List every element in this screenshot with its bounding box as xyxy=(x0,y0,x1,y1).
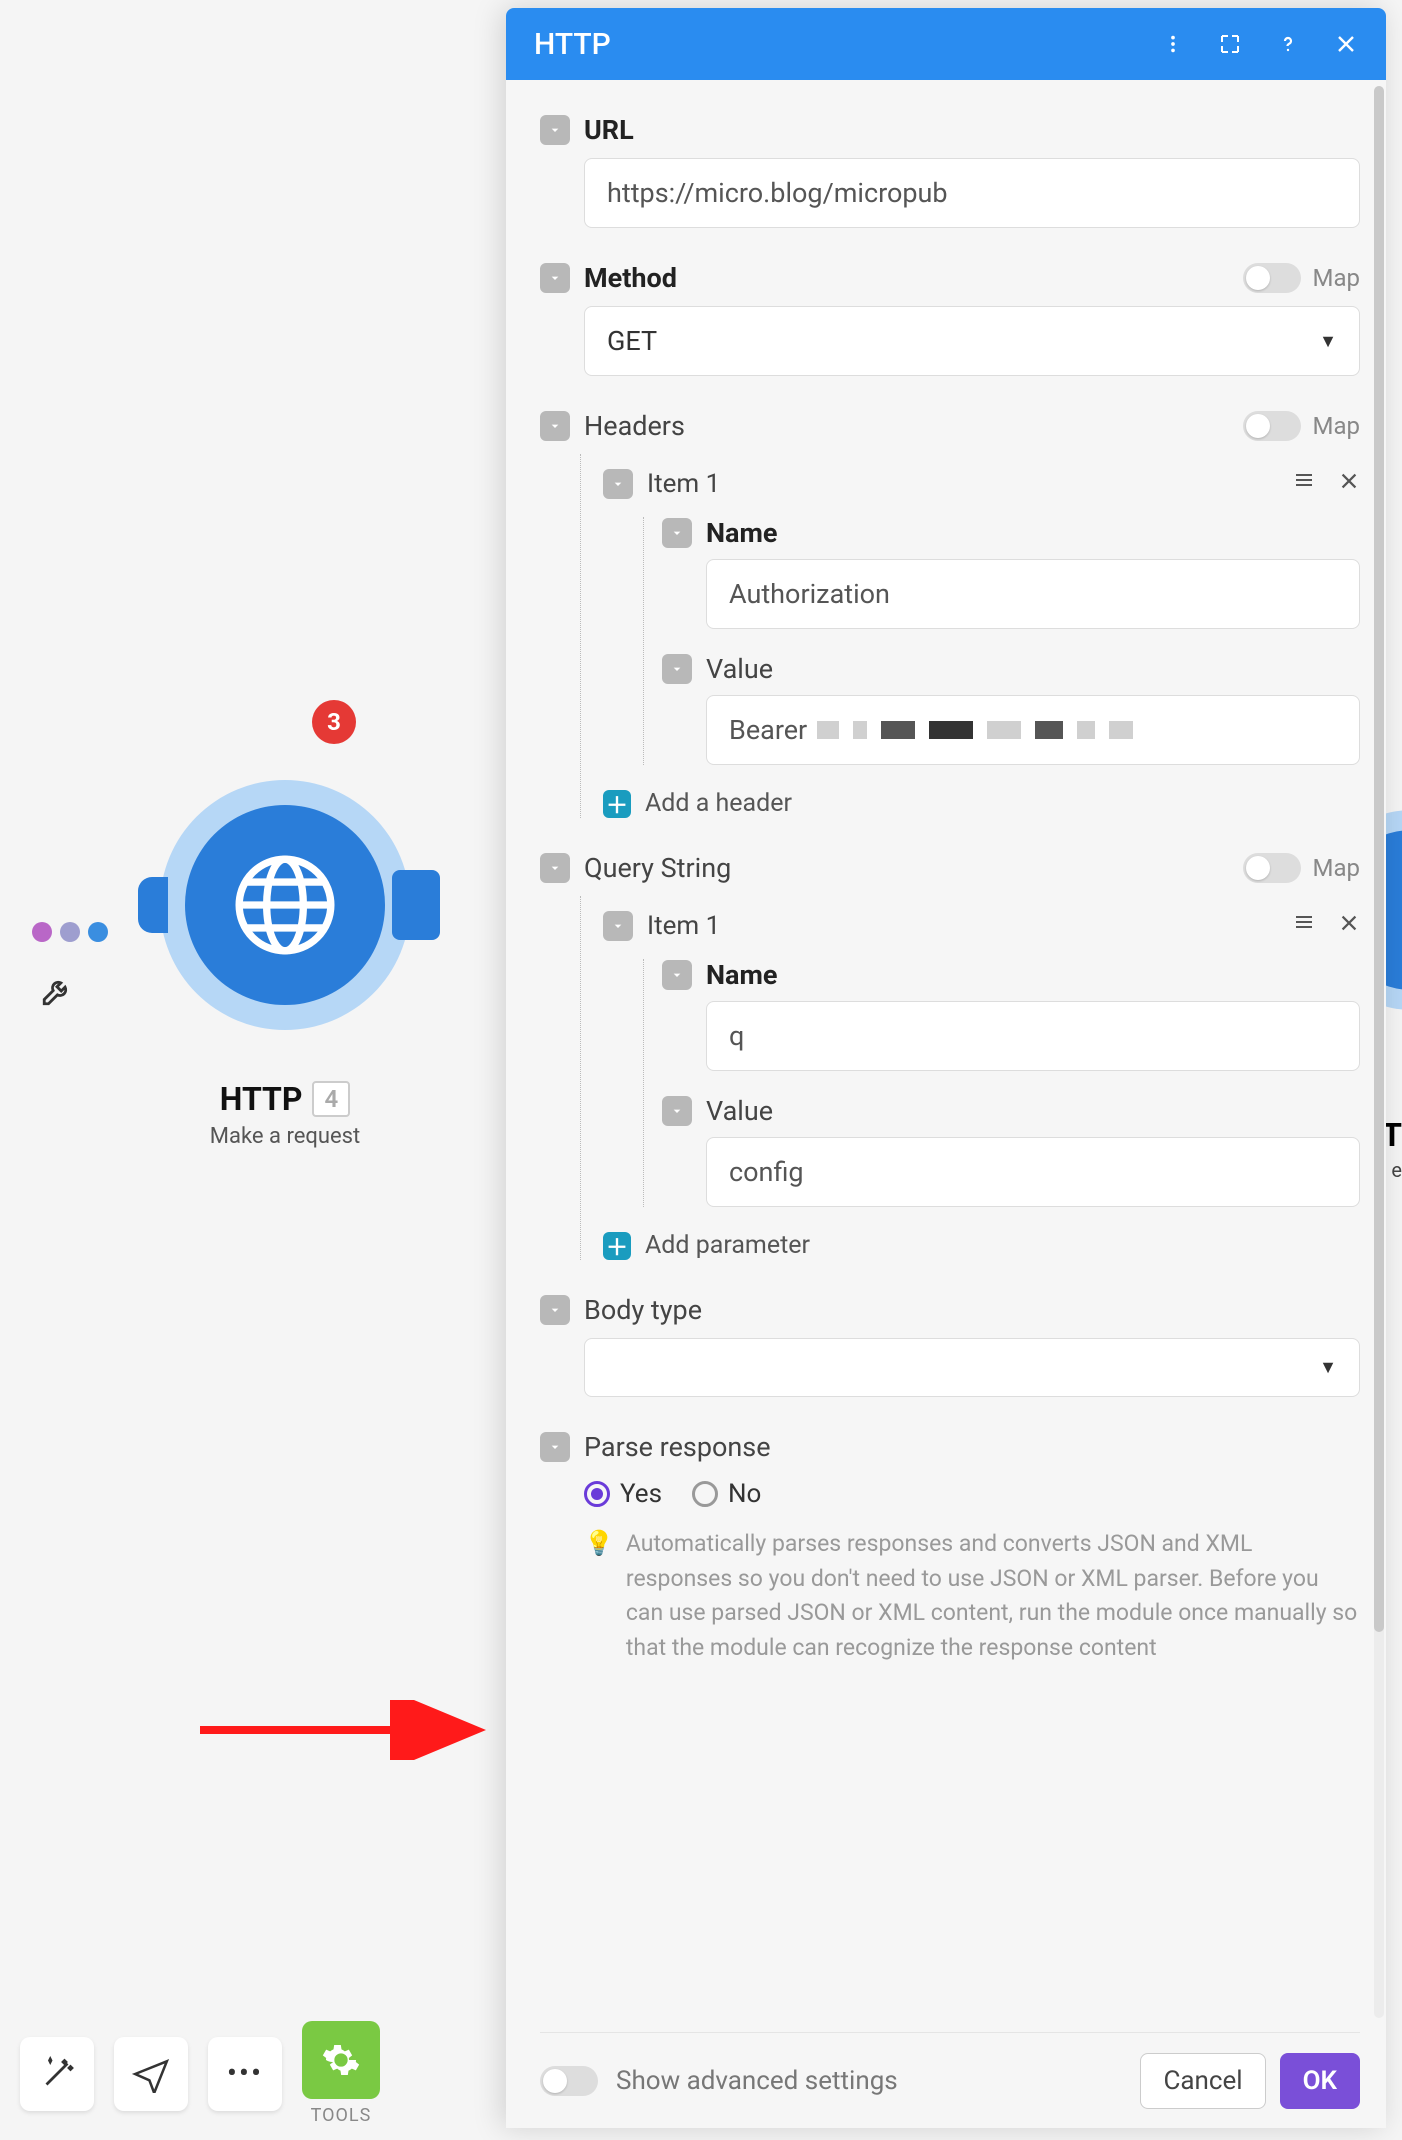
node-index-badge: 4 xyxy=(312,1081,350,1117)
method-map-toggle[interactable] xyxy=(1243,263,1301,293)
collapse-toggle[interactable] xyxy=(662,654,692,684)
header-value-label: Value xyxy=(706,653,773,685)
collapse-toggle[interactable] xyxy=(662,1096,692,1126)
collapse-toggle[interactable] xyxy=(540,853,570,883)
panel-footer: Show advanced settings Cancel OK xyxy=(540,2032,1360,2114)
collapse-toggle[interactable] xyxy=(540,1295,570,1325)
collapse-toggle[interactable] xyxy=(540,411,570,441)
map-label: Map xyxy=(1313,412,1360,440)
parse-yes-radio[interactable]: Yes xyxy=(584,1479,662,1509)
url-input[interactable] xyxy=(584,158,1360,228)
delete-icon[interactable] xyxy=(1338,469,1360,499)
lightbulb-icon: 💡 xyxy=(584,1529,614,1557)
headers-label: Headers xyxy=(584,410,685,442)
ellipsis-icon: ••• xyxy=(227,2056,263,2091)
body-type-field: Body type ▼ xyxy=(540,1294,1360,1397)
drag-handle-icon[interactable] xyxy=(1292,910,1316,941)
close-icon[interactable] xyxy=(1334,32,1358,56)
menu-icon[interactable] xyxy=(1162,33,1184,55)
help-icon[interactable] xyxy=(1276,32,1300,56)
map-label: Map xyxy=(1313,854,1360,882)
body-type-select[interactable]: ▼ xyxy=(584,1338,1360,1397)
query-label: Query String xyxy=(584,852,731,884)
query-item-title: Item 1 xyxy=(647,911,720,941)
header-name-input[interactable] xyxy=(706,559,1360,629)
advanced-toggle[interactable] xyxy=(540,2066,598,2096)
operations-count-badge: 3 xyxy=(312,700,356,744)
globe-icon xyxy=(230,850,340,960)
parse-no-label: No xyxy=(728,1479,761,1509)
collapse-toggle[interactable] xyxy=(540,263,570,293)
header-name-label: Name xyxy=(706,517,777,549)
query-value-label: Value xyxy=(706,1095,773,1127)
method-select[interactable]: GET ▼ xyxy=(584,306,1360,376)
panel-header: HTTP xyxy=(506,8,1386,80)
ok-button[interactable]: OK xyxy=(1280,2053,1360,2109)
caret-down-icon: ▼ xyxy=(1319,331,1337,352)
query-name-input[interactable] xyxy=(706,1001,1360,1071)
more-button[interactable]: ••• xyxy=(208,2037,282,2111)
magic-wand-button[interactable] xyxy=(20,2037,94,2111)
collapse-toggle[interactable] xyxy=(603,911,633,941)
next-node-sub-fragment: e xyxy=(1391,1158,1402,1182)
radio-dot-icon xyxy=(584,1481,610,1507)
collapse-toggle[interactable] xyxy=(603,469,633,499)
method-field: Method Map GET ▼ xyxy=(540,262,1360,376)
query-map-toggle[interactable] xyxy=(1243,853,1301,883)
panel-title: HTTP xyxy=(534,27,611,62)
connection-status-dots xyxy=(32,922,108,942)
query-name-label: Name xyxy=(706,959,777,991)
add-parameter-label: Add parameter xyxy=(645,1231,810,1260)
radio-dot-icon xyxy=(692,1481,718,1507)
url-field: URL xyxy=(540,114,1360,228)
http-module-node[interactable]: HTTP 4 Make a request xyxy=(145,780,425,1149)
header-item-title: Item 1 xyxy=(647,469,720,499)
method-label: Method xyxy=(584,262,677,294)
airplane-button[interactable] xyxy=(114,2037,188,2111)
add-parameter-button[interactable]: ＋ xyxy=(603,1232,631,1260)
node-subtitle: Make a request xyxy=(210,1124,360,1149)
expand-icon[interactable] xyxy=(1218,32,1242,56)
collapse-toggle[interactable] xyxy=(540,115,570,145)
tools-label: TOOLS xyxy=(311,2105,372,2126)
collapse-toggle[interactable] xyxy=(662,960,692,990)
query-string-field: Query String Map Item 1 xyxy=(540,852,1360,1260)
body-type-label: Body type xyxy=(584,1294,702,1326)
cancel-button[interactable]: Cancel xyxy=(1140,2053,1265,2109)
canvas-toolbar: ••• TOOLS xyxy=(20,2021,380,2126)
delete-icon[interactable] xyxy=(1338,911,1360,941)
tools-button[interactable] xyxy=(302,2021,380,2099)
parse-response-label: Parse response xyxy=(584,1431,771,1463)
query-value-input[interactable] xyxy=(706,1137,1360,1207)
map-label: Map xyxy=(1313,264,1360,292)
parse-response-field: Parse response Yes No 💡 Automatically pa… xyxy=(540,1431,1360,1665)
drag-handle-icon[interactable] xyxy=(1292,468,1316,499)
advanced-label: Show advanced settings xyxy=(616,2066,898,2096)
module-config-panel: HTTP URL Method xyxy=(506,8,1386,2128)
annotation-arrow xyxy=(200,1700,500,1760)
add-header-button[interactable]: ＋ xyxy=(603,790,631,818)
wrench-icon[interactable] xyxy=(40,974,74,1017)
collapse-toggle[interactable] xyxy=(540,1432,570,1462)
headers-map-toggle[interactable] xyxy=(1243,411,1301,441)
parse-yes-label: Yes xyxy=(620,1479,662,1509)
node-title-text: HTTP xyxy=(220,1080,303,1118)
method-value: GET xyxy=(607,325,657,357)
panel-body: URL Method Map GET ▼ xyxy=(506,80,1386,2128)
add-header-label: Add a header xyxy=(645,789,792,818)
headers-field: Headers Map Item 1 xyxy=(540,410,1360,818)
header-value-input[interactable]: Bearer xyxy=(706,695,1360,765)
collapse-toggle[interactable] xyxy=(662,518,692,548)
url-label: URL xyxy=(584,114,634,146)
caret-down-icon: ▼ xyxy=(1319,1357,1337,1378)
parse-hint-text: Automatically parses responses and conve… xyxy=(626,1527,1360,1665)
parse-no-radio[interactable]: No xyxy=(692,1479,761,1509)
gear-icon xyxy=(321,2040,361,2080)
header-value-prefix: Bearer xyxy=(729,714,807,746)
